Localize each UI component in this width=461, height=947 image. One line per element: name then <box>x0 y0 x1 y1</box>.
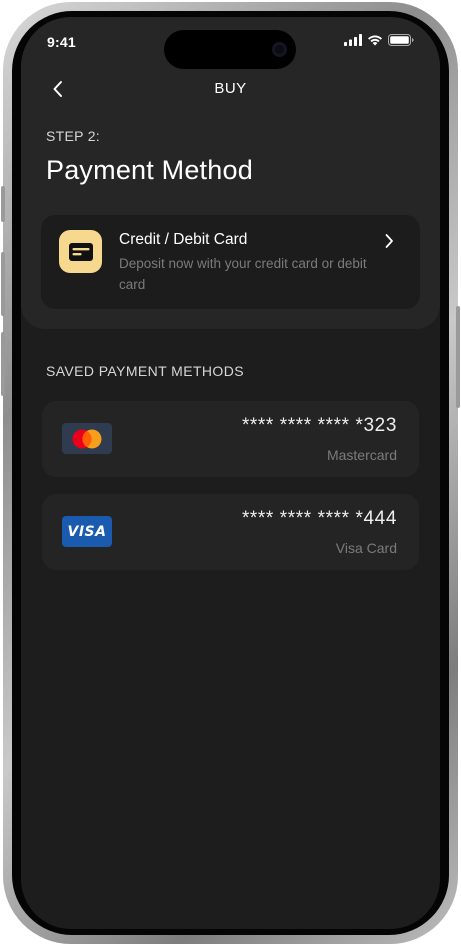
card-type: Visa Card <box>335 540 397 556</box>
power-button <box>456 306 460 408</box>
option-description: Deposit now with your credit card or deb… <box>119 256 367 292</box>
credit-card-icon <box>59 230 102 273</box>
wifi-icon <box>368 35 382 46</box>
volume-down-button <box>1 332 5 396</box>
status-icons <box>344 34 414 46</box>
mastercard-logo <box>62 423 112 454</box>
saved-methods-label: SAVED PAYMENT METHODS <box>46 363 244 379</box>
visa-logo: VISA <box>62 516 112 547</box>
saved-card-visa[interactable]: VISA **** **** **** *444 Visa Card <box>42 494 419 570</box>
front-camera-icon <box>272 42 287 57</box>
option-title: Credit / Debit Card <box>119 231 248 248</box>
chevron-right-icon <box>382 232 396 250</box>
status-time: 9:41 <box>47 34 76 50</box>
cellular-signal-icon <box>344 34 362 46</box>
card-type: Mastercard <box>326 447 397 463</box>
action-button <box>1 186 5 222</box>
volume-up-button <box>1 252 5 316</box>
step-label: STEP 2: <box>46 128 100 144</box>
card-number: **** **** **** *323 <box>241 415 397 436</box>
card-number: **** **** **** *444 <box>241 508 397 529</box>
header-title: BUY <box>214 80 247 97</box>
dynamic-island <box>164 30 296 69</box>
credit-debit-card-option[interactable]: Credit / Debit Card Deposit now with you… <box>41 215 420 309</box>
battery-icon <box>388 34 414 46</box>
saved-card-mastercard[interactable]: **** **** **** *323 Mastercard <box>42 401 419 477</box>
app-screen: 9:41 BUY STEP 2: Payment Method Credit /… <box>21 17 440 929</box>
page-title: Payment Method <box>46 155 253 185</box>
